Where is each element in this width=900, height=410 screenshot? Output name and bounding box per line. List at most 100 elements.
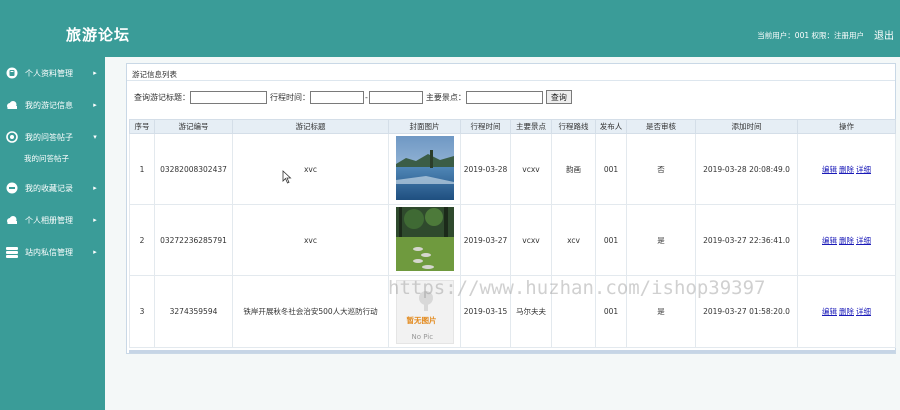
- column-header: 行程时间: [460, 119, 511, 134]
- chevron-right-icon: ▸: [93, 216, 97, 224]
- sidebar-item-label: 我的游记信息: [25, 100, 73, 110]
- chevron-right-icon: ▸: [93, 184, 97, 192]
- table-row: 1 03282008302437 xvc 2019-03-28 vcxv 韵画 …: [129, 133, 896, 205]
- column-header: 主要景点: [510, 119, 552, 134]
- no-picture-english: No Pic: [411, 332, 434, 341]
- note-title: 铁岸开展秋冬社会治安500人大巡防行动: [232, 275, 389, 348]
- column-header: 是否审核: [626, 119, 696, 134]
- delete-link[interactable]: 删除: [839, 165, 854, 174]
- added-time: 2019-03-27 22:36:41.0: [695, 204, 798, 276]
- sidebar: 个人资料管理 ▸ 我的游记信息 ▸ 我的问答帖子 ▾ 我的问答帖子 我的收藏记录…: [0, 57, 105, 410]
- chevron-right-icon: ▸: [93, 248, 97, 256]
- author: 001: [595, 204, 627, 276]
- logout-link[interactable]: 退出: [874, 27, 894, 42]
- column-header: 游记标题: [232, 119, 389, 134]
- current-user-info: 当前用户：001 权限：注册用户: [757, 31, 864, 40]
- column-header: 添加时间: [695, 119, 798, 134]
- sidebar-item-travel-notes[interactable]: 我的游记信息 ▸: [0, 95, 105, 115]
- edit-link[interactable]: 编辑: [822, 165, 837, 174]
- note-code: 3274359594: [154, 275, 233, 348]
- row-index: 2: [129, 204, 155, 276]
- delete-link[interactable]: 删除: [839, 307, 854, 316]
- detail-link[interactable]: 详细: [856, 236, 871, 245]
- note-code: 03272236285791: [154, 204, 233, 276]
- sidebar-item-favorites[interactable]: 我的收藏记录 ▸: [0, 178, 105, 198]
- column-header: 操作: [797, 119, 896, 134]
- actions-cell: 编辑 删除 详细: [797, 133, 896, 205]
- query-button[interactable]: 查询: [545, 90, 572, 104]
- column-header: 发布人: [595, 119, 627, 134]
- actions-cell: 编辑 删除 详细: [797, 275, 896, 348]
- disc-icon: [6, 131, 18, 143]
- edit-link[interactable]: 编辑: [822, 307, 837, 316]
- table-bottom-border: [129, 350, 895, 353]
- spot-label: 主要景点：: [425, 92, 466, 102]
- trip-date: 2019-03-27: [460, 204, 511, 276]
- date-label: 行程时间：: [270, 92, 310, 102]
- column-header: 游记编号: [154, 119, 233, 134]
- column-header: 行程路线: [551, 119, 596, 134]
- cover-cell: [388, 133, 461, 205]
- main-spot: vcxv: [510, 204, 552, 276]
- spot-search-input[interactable]: [465, 90, 543, 104]
- sidebar-item-label: 站内私信管理: [25, 247, 73, 257]
- sidebar-item-label: 个人资料管理: [25, 68, 73, 78]
- date-from-input[interactable]: [310, 90, 364, 104]
- sidebar-item-label: 个人相册管理: [25, 215, 73, 225]
- row-index: 3: [129, 275, 155, 348]
- edit-link[interactable]: 编辑: [822, 236, 837, 245]
- audit-status: 否: [626, 133, 696, 205]
- sidebar-item-qa-posts[interactable]: 我的问答帖子 ▾: [0, 127, 105, 147]
- note-code: 03282008302437: [154, 133, 233, 205]
- sidebar-item-album[interactable]: 个人相册管理 ▸: [0, 210, 105, 230]
- detail-link[interactable]: 详细: [856, 307, 871, 316]
- row-index: 1: [129, 133, 155, 205]
- table-row: 2 03272236285791 xvc 2019-03-27 vcxv xcv…: [129, 204, 896, 276]
- author: 001: [595, 133, 627, 205]
- chevron-down-icon: ▾: [93, 133, 97, 141]
- column-header: 序号: [129, 119, 155, 134]
- main-spot: vcxv: [510, 133, 552, 205]
- title-search-input[interactable]: [190, 90, 267, 104]
- audit-status: 是: [626, 204, 696, 276]
- cloud-icon: [6, 99, 18, 111]
- no-picture-text: 暂无图片: [406, 315, 437, 325]
- search-form: 查询 游记标题： 行程时间： - 主要景点： 查询: [134, 90, 572, 104]
- actions-cell: 编辑 删除 详细: [797, 204, 896, 276]
- column-header: 封面图片: [388, 119, 461, 134]
- top-header: 旅游论坛 当前用户：001 权限：注册用户 退出: [0, 0, 900, 57]
- cover-cell: [388, 204, 461, 276]
- travel-notes-table: 序号 游记编号 游记标题 封面图片 行程时间 主要景点 行程路线 发布人 是否审…: [129, 119, 896, 348]
- trip-date: 2019-03-28: [460, 133, 511, 205]
- note-title: xvc: [232, 204, 389, 276]
- lake-photo: [395, 136, 454, 200]
- title-label: 游记标题：: [150, 92, 190, 102]
- watermark-text: https://www.huzhan.com/ishop39397: [388, 277, 766, 299]
- panel-title: 游记信息列表: [132, 70, 177, 79]
- stack-icon: [6, 246, 18, 258]
- date-to-input[interactable]: [368, 90, 423, 104]
- note-title: xvc: [232, 133, 389, 205]
- added-time: 2019-03-28 20:08:49.0: [695, 133, 798, 205]
- chevron-right-icon: ▸: [93, 101, 97, 109]
- user-circle-icon: [6, 67, 18, 79]
- travel-notes-panel: 游记信息列表 查询 游记标题： 行程时间： - 主要景点： 查询 序号 游记编号…: [126, 63, 896, 354]
- sidebar-subitem-qa-posts[interactable]: 我的问答帖子: [24, 153, 69, 164]
- trip-route: 韵画: [551, 133, 596, 205]
- table-header-row: 序号 游记编号 游记标题 封面图片 行程时间 主要景点 行程路线 发布人 是否审…: [129, 119, 896, 134]
- sidebar-item-messages[interactable]: 站内私信管理 ▸: [0, 242, 105, 262]
- sidebar-item-label: 我的问答帖子: [25, 132, 73, 142]
- mouse-cursor-icon: [282, 170, 292, 184]
- park-photo: [395, 207, 454, 271]
- search-prefix-label: 查询: [134, 92, 150, 102]
- trip-route: xcv: [551, 204, 596, 276]
- site-title: 旅游论坛: [66, 26, 131, 44]
- sidebar-item-label: 我的收藏记录: [25, 183, 73, 193]
- app-badge-icon: [6, 182, 18, 194]
- delete-link[interactable]: 删除: [839, 236, 854, 245]
- detail-link[interactable]: 详细: [856, 165, 871, 174]
- divider: [127, 80, 895, 81]
- chevron-right-icon: ▸: [93, 69, 97, 77]
- sidebar-item-profile[interactable]: 个人资料管理 ▸: [0, 63, 105, 83]
- cloud-icon: [6, 214, 18, 226]
